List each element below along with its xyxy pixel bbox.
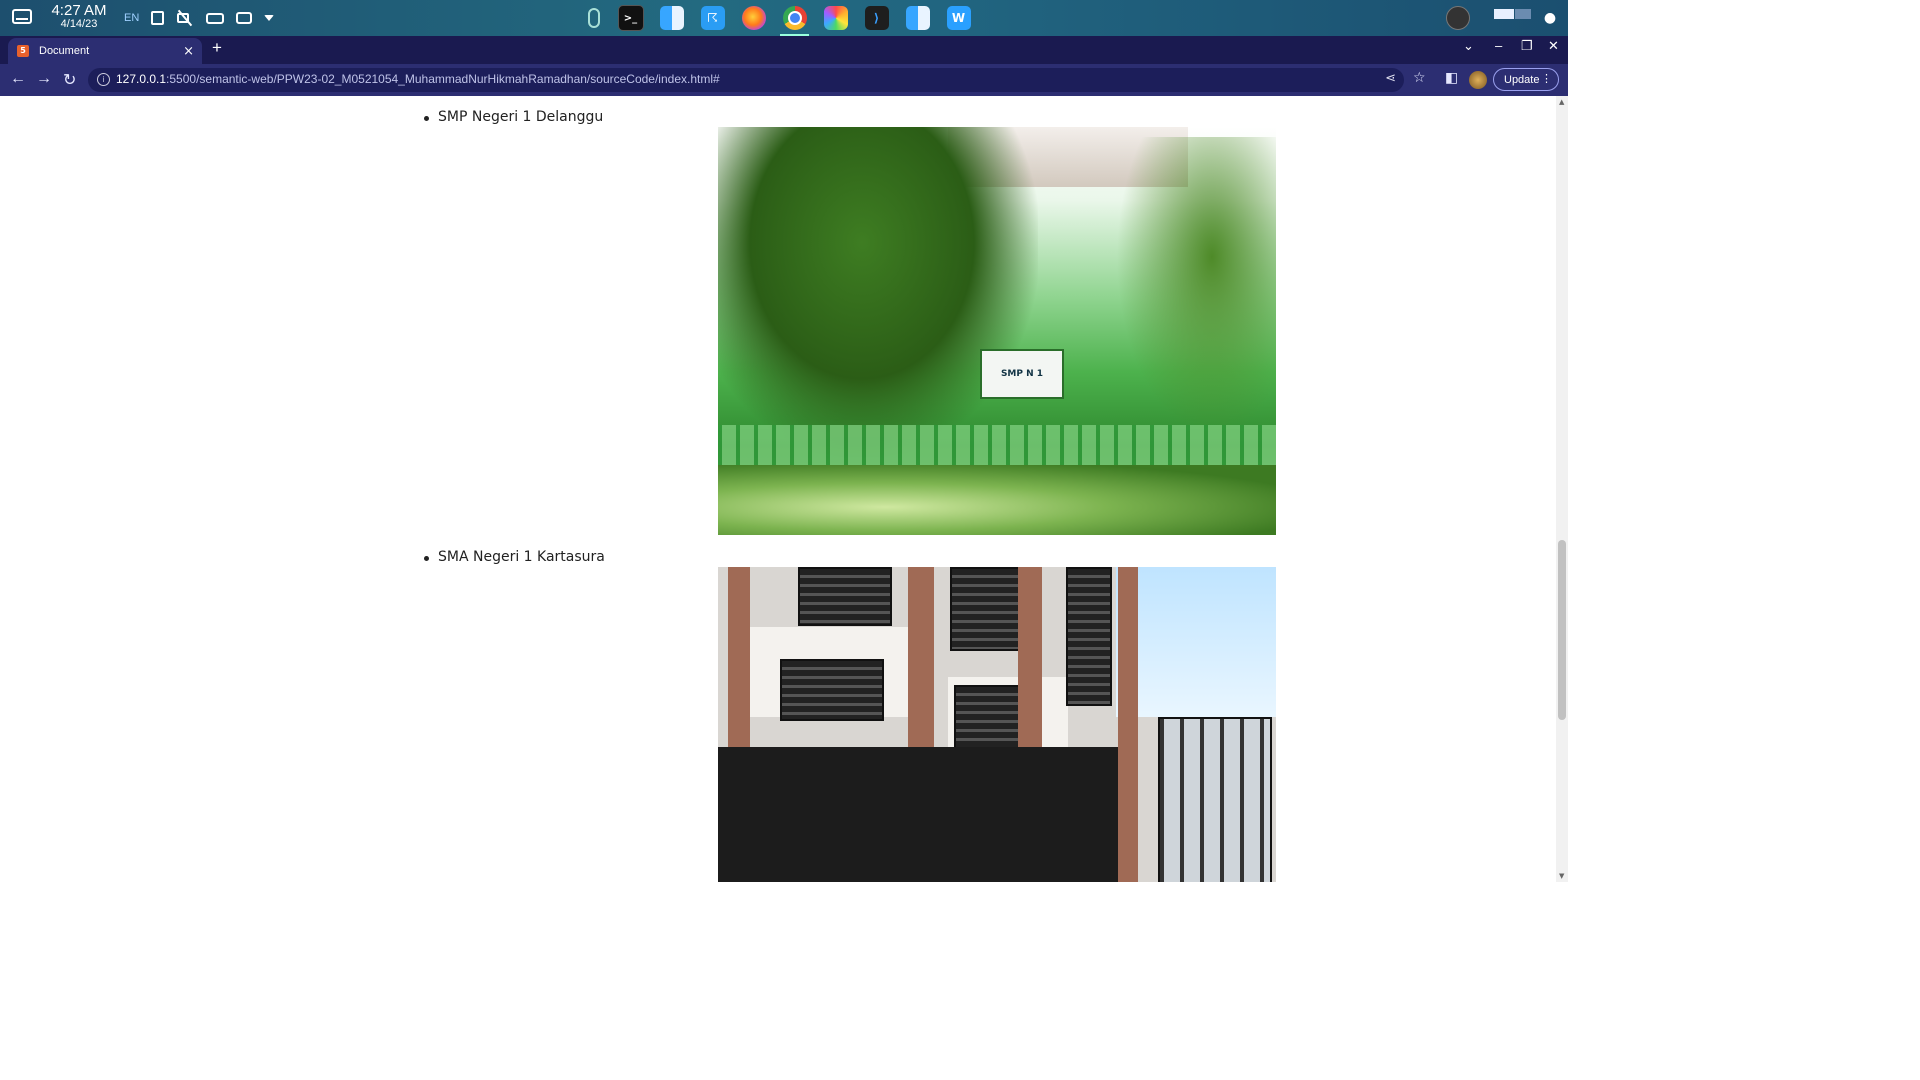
scroll-up-arrow[interactable]: ▲ bbox=[1559, 98, 1564, 106]
page-viewport: SMP Negeri 1 Delanggu SMP N 1 SMA Negeri… bbox=[0, 96, 1556, 882]
building-window bbox=[798, 567, 892, 626]
tab-title: Document bbox=[39, 45, 90, 57]
terminal-icon: >_ bbox=[617, 5, 644, 31]
tab-close-button[interactable]: × bbox=[183, 44, 194, 59]
profile-avatar[interactable] bbox=[1469, 71, 1487, 89]
list-item-sma: SMA Negeri 1 Kartasura bbox=[424, 549, 605, 565]
minimize-button[interactable]: – bbox=[1495, 38, 1502, 53]
apple-menu-icon[interactable]: ● bbox=[1542, 9, 1558, 27]
clock[interactable]: 4:27 AM 4/14/23 bbox=[48, 2, 110, 31]
desktop-icon[interactable] bbox=[12, 9, 32, 24]
mute-icon[interactable] bbox=[176, 10, 194, 26]
mouse-icon bbox=[588, 8, 600, 28]
update-label: Update bbox=[1504, 73, 1540, 86]
school-photo-smp: SMP N 1 bbox=[718, 127, 1276, 535]
url-host: 127.0.0.1 bbox=[116, 72, 167, 86]
ground-floor bbox=[718, 747, 1118, 882]
clipboard-icon[interactable] bbox=[151, 11, 165, 25]
school-sign: SMP N 1 bbox=[980, 349, 1064, 399]
dock-wps-writer[interactable]: W bbox=[942, 3, 975, 33]
photos-icon bbox=[823, 6, 848, 30]
os-top-panel: 4:27 AM 4/14/23 EN >_ ☈ ⟩ W ● bbox=[0, 0, 1568, 36]
keyboard-language-indicator[interactable]: EN bbox=[124, 12, 139, 24]
battery-icon[interactable] bbox=[206, 12, 225, 24]
dock-photos[interactable] bbox=[819, 3, 852, 33]
system-monitor-icon[interactable] bbox=[1446, 6, 1470, 30]
scroll-down-arrow[interactable]: ▼ bbox=[1559, 872, 1564, 880]
list-item-smp: SMP Negeri 1 Delanggu bbox=[423, 109, 604, 125]
dock-chrome[interactable] bbox=[778, 3, 811, 36]
forward-button[interactable]: → bbox=[36, 70, 52, 88]
site-info-icon[interactable]: i bbox=[97, 73, 110, 86]
html5-favicon-icon: 5 bbox=[17, 45, 29, 57]
dock-terminal[interactable]: >_ bbox=[614, 3, 647, 33]
vscode-icon: ⟩ bbox=[864, 6, 889, 30]
clock-time: 4:27 AM bbox=[51, 2, 107, 19]
firefox-icon bbox=[741, 6, 766, 30]
dock-finder-2[interactable] bbox=[901, 3, 934, 33]
display-icon[interactable] bbox=[236, 12, 253, 24]
tab-document[interactable]: 5 Document × bbox=[8, 38, 202, 64]
dock-firefox[interactable] bbox=[737, 3, 770, 33]
restore-button[interactable]: ❐ bbox=[1521, 38, 1533, 54]
tray-left: EN bbox=[124, 10, 275, 26]
finder-icon bbox=[659, 6, 684, 30]
building-pillar bbox=[1118, 567, 1138, 882]
building-window bbox=[1066, 567, 1112, 706]
file-manager-icon: ☈ bbox=[700, 6, 725, 30]
side-panel-icon[interactable]: ◧ bbox=[1445, 70, 1458, 86]
new-tab-button[interactable]: + bbox=[212, 38, 222, 58]
vertical-scrollbar[interactable]: ▲ ▼ bbox=[1556, 96, 1568, 882]
school-photo-sma bbox=[718, 567, 1276, 882]
building-window bbox=[1158, 717, 1272, 882]
dropdown-icon[interactable] bbox=[264, 15, 275, 21]
building-window bbox=[954, 685, 1022, 749]
sky bbox=[1116, 567, 1276, 717]
update-button[interactable]: Update ⋮ bbox=[1493, 68, 1559, 91]
browser-tab-strip: 5 Document × bbox=[0, 36, 1568, 64]
app-dock: >_ ☈ ⟩ W bbox=[588, 3, 975, 36]
browser-toolbar: ← → ↻ i 127.0.0.1:5500/semantic-web/PPW2… bbox=[0, 64, 1568, 96]
chrome-icon bbox=[782, 6, 807, 30]
finder-icon bbox=[905, 6, 930, 30]
tray-right: ● bbox=[1446, 0, 1568, 36]
building-window bbox=[780, 659, 884, 721]
clock-date: 4/14/23 bbox=[60, 18, 98, 30]
address-url[interactable]: 127.0.0.1:5500/semantic-web/PPW23-02_M05… bbox=[116, 72, 720, 86]
reload-button[interactable]: ↻ bbox=[63, 70, 76, 90]
dock-finder[interactable] bbox=[655, 3, 688, 33]
close-window-button[interactable]: ✕ bbox=[1548, 38, 1559, 54]
dock-file-manager[interactable]: ☈ bbox=[696, 3, 729, 33]
address-bar[interactable]: i 127.0.0.1:5500/semantic-web/PPW23-02_M… bbox=[88, 68, 1404, 92]
workspace-switcher[interactable] bbox=[1494, 7, 1532, 29]
bookmark-star-icon[interactable]: ☆ bbox=[1413, 70, 1426, 86]
dock-vscode[interactable]: ⟩ bbox=[860, 3, 893, 33]
bushes bbox=[718, 465, 1276, 535]
tab-search-button[interactable]: ⌄ bbox=[1463, 38, 1474, 54]
url-path: :5500/semantic-web/PPW23-02_M0521054_Muh… bbox=[166, 72, 720, 86]
back-button[interactable]: ← bbox=[10, 70, 26, 88]
wps-writer-icon: W bbox=[946, 6, 971, 30]
tree-left bbox=[718, 127, 1038, 457]
share-icon[interactable]: ⋖ bbox=[1385, 71, 1396, 86]
tree-right bbox=[1116, 137, 1276, 437]
more-menu-icon[interactable]: ⋮ bbox=[1541, 72, 1552, 85]
scrollbar-thumb[interactable] bbox=[1558, 540, 1566, 720]
